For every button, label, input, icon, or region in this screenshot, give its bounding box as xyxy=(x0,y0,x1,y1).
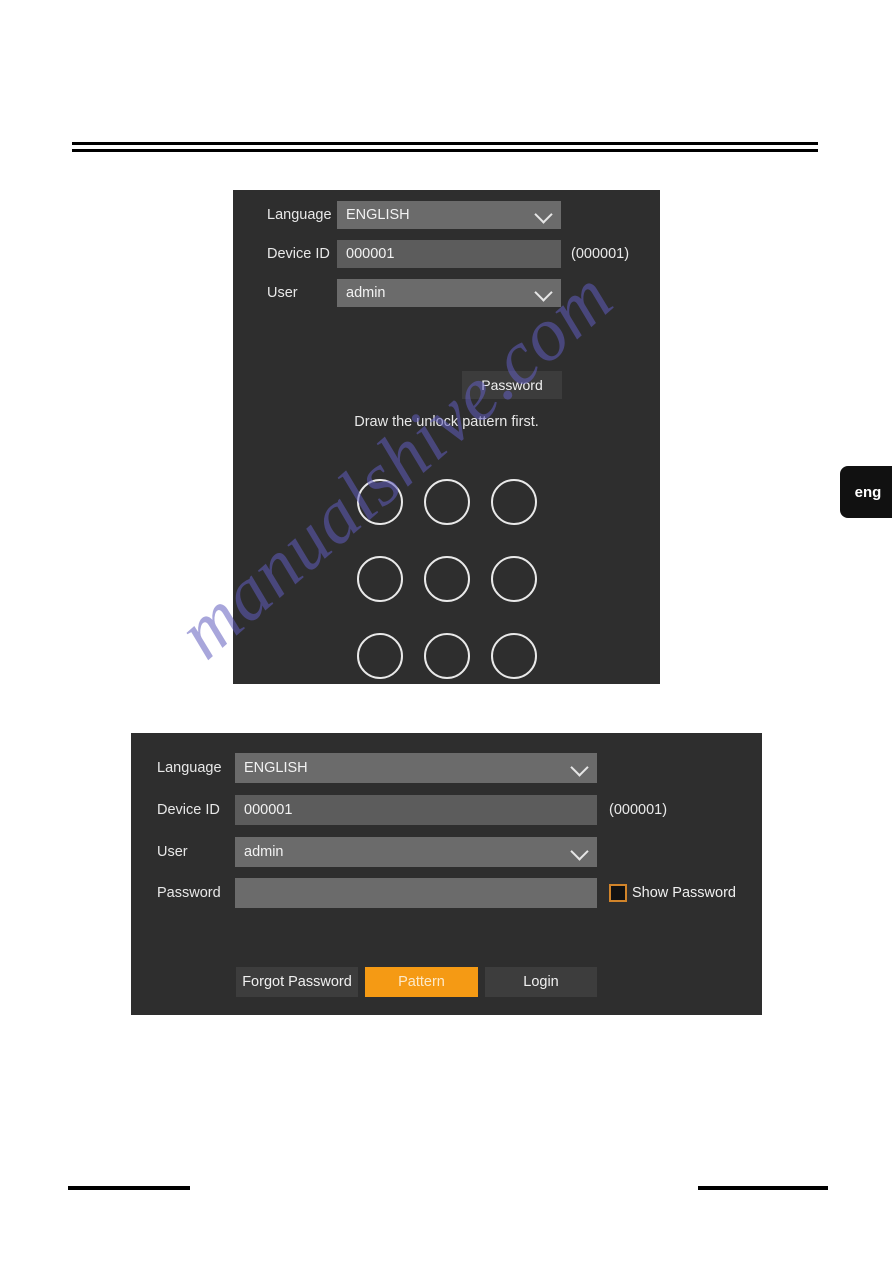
login-language-select[interactable]: ENGLISH xyxy=(235,753,597,783)
pattern-device-id-hint: (000001) xyxy=(571,246,630,262)
chevron-down-icon xyxy=(534,205,553,224)
pattern-instruction-text: Draw the unlock pattern first. xyxy=(354,414,539,430)
login-user-row: User admin xyxy=(157,837,597,867)
password-login-panel: Language ENGLISH Device ID 000001 (00000… xyxy=(131,733,762,1015)
chevron-down-icon xyxy=(570,842,589,861)
pattern-language-row: Language ENGLISH xyxy=(267,201,561,229)
login-button-row: Forgot Password Pattern Login xyxy=(236,967,597,997)
pattern-user-row: User admin xyxy=(267,279,561,307)
language-side-tab[interactable]: eng xyxy=(840,466,892,518)
login-password-label: Password xyxy=(157,885,221,901)
pattern-login-panel: Language ENGLISH Device ID 000001 (00000… xyxy=(233,190,660,684)
pattern-dot-9[interactable] xyxy=(490,632,537,679)
login-password-input[interactable] xyxy=(235,878,597,908)
login-button[interactable]: Login xyxy=(485,967,597,997)
login-language-row: Language ENGLISH xyxy=(157,753,597,783)
footer-rule-right xyxy=(698,1186,828,1190)
pattern-user-label: User xyxy=(267,285,298,301)
pattern-dot-3[interactable] xyxy=(490,479,537,526)
pattern-language-select[interactable]: ENGLISH xyxy=(337,201,561,229)
pattern-user-value: admin xyxy=(346,285,386,301)
header-rule-upper xyxy=(72,142,818,145)
pattern-button[interactable]: Pattern xyxy=(365,967,478,997)
pattern-device-id-input[interactable]: 000001 xyxy=(337,240,561,268)
login-device-id-hint: (000001) xyxy=(609,802,668,818)
login-device-id-input[interactable]: 000001 xyxy=(235,795,597,825)
login-device-id-value: 000001 xyxy=(244,802,293,818)
pattern-dot-4[interactable] xyxy=(357,555,404,602)
login-user-label: User xyxy=(157,844,188,860)
login-user-value: admin xyxy=(244,844,284,860)
pattern-language-label: Language xyxy=(267,207,332,223)
header-rule-lower xyxy=(72,149,818,152)
pattern-dot-2[interactable] xyxy=(423,479,470,526)
pattern-dot-1[interactable] xyxy=(357,479,404,526)
footer-rule-left xyxy=(68,1186,190,1190)
password-button[interactable]: Password xyxy=(462,371,562,399)
login-device-id-row: Device ID 000001 (000001) xyxy=(157,795,667,825)
show-password-checkbox[interactable] xyxy=(609,884,627,902)
pattern-user-select[interactable]: admin xyxy=(337,279,561,307)
pattern-dot-6[interactable] xyxy=(490,555,537,602)
pattern-device-id-row: Device ID 000001 (000001) xyxy=(267,240,629,268)
show-password-label: Show Password xyxy=(632,885,736,901)
pattern-dot-5[interactable] xyxy=(423,555,470,602)
pattern-device-id-label: Device ID xyxy=(267,246,330,262)
login-password-row: Password Show Password xyxy=(157,878,736,908)
show-password-toggle[interactable]: Show Password xyxy=(609,884,736,902)
pattern-language-value: ENGLISH xyxy=(346,207,410,223)
forgot-password-button[interactable]: Forgot Password xyxy=(236,967,358,997)
pattern-dot-8[interactable] xyxy=(423,632,470,679)
login-language-label: Language xyxy=(157,760,222,776)
login-device-id-label: Device ID xyxy=(157,802,220,818)
pattern-dot-7[interactable] xyxy=(357,632,404,679)
chevron-down-icon xyxy=(534,283,553,302)
unlock-pattern-grid[interactable] xyxy=(347,464,547,694)
login-user-select[interactable]: admin xyxy=(235,837,597,867)
login-language-value: ENGLISH xyxy=(244,760,308,776)
pattern-device-id-value: 000001 xyxy=(346,246,395,262)
chevron-down-icon xyxy=(570,758,589,777)
